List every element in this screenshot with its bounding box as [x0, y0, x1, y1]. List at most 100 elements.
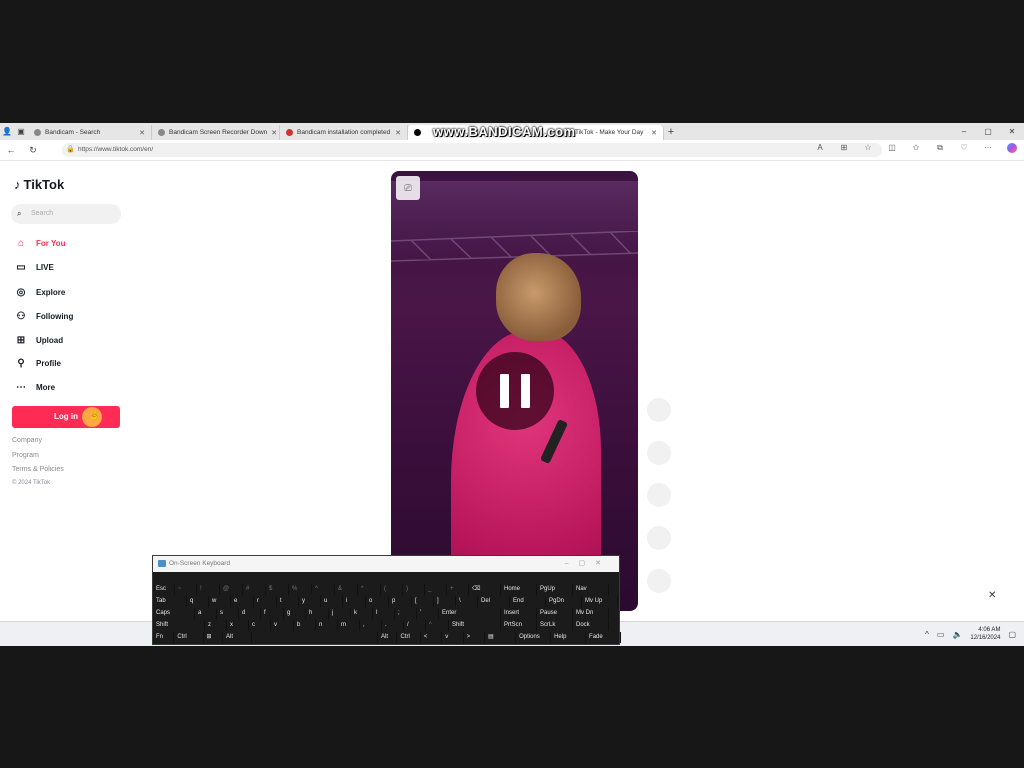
favorite-star-icon[interactable]: ☆	[862, 143, 874, 155]
osk-key[interactable]: ^	[312, 584, 335, 595]
osk-key[interactable]: Esc	[153, 584, 175, 595]
osk-key[interactable]: Del	[478, 596, 510, 607]
osk-key[interactable]: Fn	[153, 632, 175, 643]
osk-key[interactable]: >	[464, 632, 486, 643]
speaker-icon[interactable]: 🔈	[952, 630, 962, 639]
osk-key[interactable]: (	[381, 584, 403, 595]
osk-key[interactable]: #	[243, 584, 266, 595]
osk-key[interactable]: m	[338, 620, 360, 631]
osk-key[interactable]: _	[425, 584, 447, 595]
action-button-placeholder[interactable]	[647, 398, 671, 422]
osk-key[interactable]: Alt	[223, 632, 253, 643]
osk-key[interactable]: PgUp	[537, 584, 573, 595]
tab-close-icon[interactable]: ✕	[395, 129, 401, 137]
log-in-button[interactable]: Log in	[12, 406, 120, 428]
osk-key[interactable]: v	[271, 620, 294, 631]
action-button-placeholder[interactable]	[647, 569, 671, 593]
nav-more[interactable]: ⋯ More	[14, 380, 55, 394]
tab-close-icon[interactable]: ✕	[271, 129, 277, 137]
profile-icon[interactable]: 👤	[0, 125, 14, 139]
osk-key[interactable]: ,	[360, 620, 382, 631]
action-button-placeholder[interactable]	[647, 441, 671, 465]
osk-key[interactable]: )	[403, 584, 425, 595]
osk-key[interactable]: %	[289, 584, 312, 595]
osk-key[interactable]: Help	[551, 632, 587, 643]
nav-upload[interactable]: ⊞ Upload	[14, 333, 63, 347]
osk-key[interactable]: e	[231, 596, 254, 607]
osk-title-bar[interactable]: On-Screen Keyboard –▢✕	[153, 556, 619, 572]
osk-key[interactable]: j	[329, 608, 351, 619]
osk-key[interactable]: Caps	[153, 608, 195, 619]
osk-key[interactable]: '	[417, 608, 439, 619]
osk-key[interactable]: *	[358, 584, 381, 595]
osk-key[interactable]: Mv Dn	[573, 608, 609, 619]
osk-key[interactable]: z	[205, 620, 227, 631]
osk-key[interactable]: w	[209, 596, 231, 607]
osk-key[interactable]: <	[421, 632, 443, 643]
nav-explore[interactable]: ◎ Explore	[14, 285, 66, 299]
osk-key[interactable]: +	[447, 584, 469, 595]
osk-key[interactable]: Mv Up	[582, 596, 618, 607]
tab-bandicam-download[interactable]: Bandicam Screen Recorder Down ✕	[152, 125, 280, 140]
osk-key[interactable]: Shift	[449, 620, 501, 631]
search-input[interactable]: ⌕ Search	[11, 204, 121, 224]
osk-key[interactable]: ;	[395, 608, 417, 619]
nav-following[interactable]: ⚇ Following	[14, 309, 74, 323]
osk-key[interactable]: ScrLk	[537, 620, 573, 631]
osk-key[interactable]: Dock	[573, 620, 609, 631]
nav-for-you[interactable]: ⌂ For You	[14, 236, 66, 250]
osk-key[interactable]: Enter	[439, 608, 501, 619]
action-button-placeholder[interactable]	[647, 526, 671, 550]
cast-icon[interactable]: ⎚	[396, 176, 420, 200]
minimize-button[interactable]: –	[952, 123, 976, 140]
nav-profile[interactable]: ⚲ Profile	[14, 356, 61, 370]
osk-key[interactable]: ]	[434, 596, 456, 607]
pause-button[interactable]	[476, 352, 554, 430]
osk-key[interactable]: a	[195, 608, 217, 619]
footer-program-link[interactable]: Program	[12, 452, 39, 459]
chevron-up-icon[interactable]: ^	[925, 630, 929, 639]
osk-key[interactable]: Tab	[153, 596, 187, 607]
osk-key[interactable]: i	[343, 596, 366, 607]
osk-key[interactable]: g	[284, 608, 306, 619]
app-available-icon[interactable]: ⊞	[838, 143, 850, 155]
new-tab-button[interactable]: +	[664, 125, 678, 139]
osk-key[interactable]: f	[261, 608, 284, 619]
osk-key[interactable]: .	[382, 620, 404, 631]
tab-close-icon[interactable]: ✕	[651, 129, 657, 137]
osk-key[interactable]: Options	[516, 632, 552, 643]
tab-bandicam-search[interactable]: Bandicam - Search ✕	[28, 125, 152, 140]
osk-key[interactable]: Fade	[586, 632, 621, 643]
osk-key[interactable]: !	[197, 584, 220, 595]
restore-button[interactable]: ▢	[976, 123, 1000, 140]
nav-live[interactable]: ▭ LIVE	[14, 260, 54, 274]
browser-essentials-icon[interactable]: ♡	[958, 143, 970, 155]
osk-window-controls[interactable]: –▢✕	[565, 556, 611, 572]
tiktok-logo[interactable]: ♪ TikTok	[14, 177, 64, 192]
osk-key[interactable]: b	[294, 620, 316, 631]
osk-key[interactable]: $	[266, 584, 289, 595]
osk-key[interactable]: ⌫	[469, 584, 501, 595]
osk-key[interactable]: End	[510, 596, 546, 607]
osk-key[interactable]: [	[412, 596, 434, 607]
osk-key[interactable]: v	[442, 632, 464, 643]
osk-key[interactable]: Shift	[153, 620, 205, 631]
osk-key[interactable]	[252, 632, 379, 643]
osk-key[interactable]: \	[456, 596, 478, 607]
osk-key[interactable]: Ctrl	[397, 632, 421, 643]
refresh-button[interactable]: ↻	[22, 145, 44, 156]
close-window-button[interactable]: ✕	[1000, 123, 1024, 140]
back-button[interactable]: ←	[0, 145, 22, 155]
osk-key[interactable]: l	[373, 608, 395, 619]
copilot-icon[interactable]	[1006, 143, 1018, 155]
osk-key[interactable]: Home	[501, 584, 537, 595]
footer-terms-link[interactable]: Terms & Policies	[12, 466, 64, 473]
action-button-placeholder[interactable]	[647, 483, 671, 507]
osk-key[interactable]: Pause	[537, 608, 573, 619]
osk-key[interactable]: PgDn	[546, 596, 582, 607]
tab-close-icon[interactable]: ✕	[139, 129, 145, 137]
url-field[interactable]: 🔒 https://www.tiktok.com/en/	[62, 143, 882, 157]
osk-key[interactable]: ⊞	[204, 632, 224, 643]
more-menu-icon[interactable]: ⋯	[982, 143, 994, 155]
osk-key[interactable]: p	[389, 596, 412, 607]
